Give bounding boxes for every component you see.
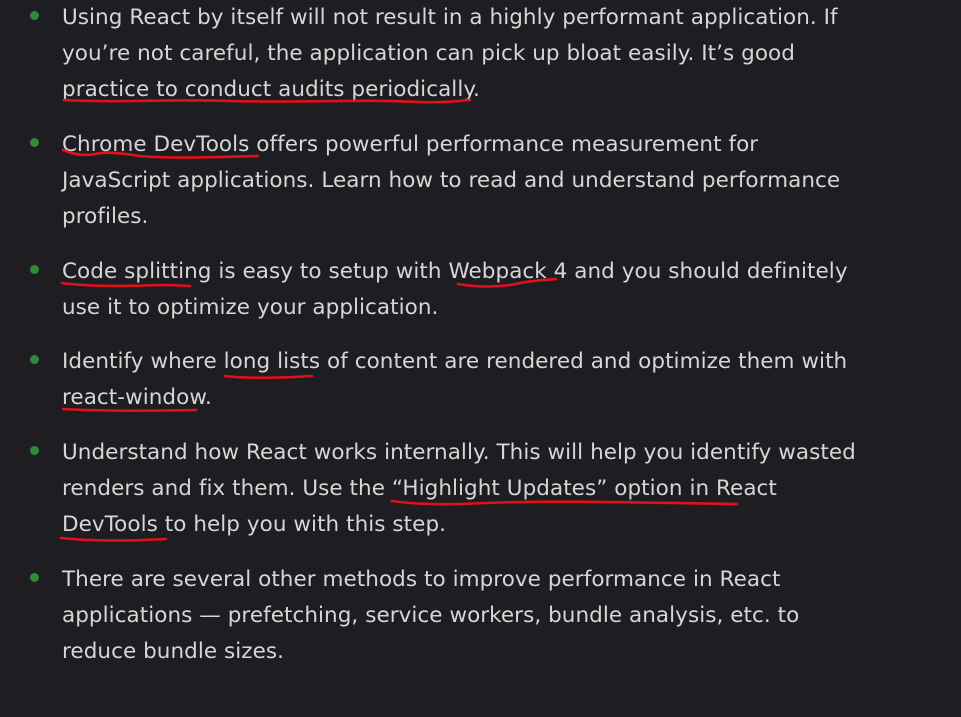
list-item-line: Using React by itself will not result in… bbox=[62, 5, 838, 30]
list-item-line: Identify where long lists of content are… bbox=[62, 349, 848, 374]
list-item-line: JavaScript applications. Learn how to re… bbox=[62, 168, 841, 193]
bullet-icon bbox=[30, 11, 39, 20]
bullet-icon bbox=[30, 355, 39, 364]
bullet-icon bbox=[30, 138, 39, 147]
list-item-line: Understand how React works internally. T… bbox=[62, 440, 856, 465]
list-item-line: Code splitting is easy to setup with Web… bbox=[62, 259, 848, 284]
list-item-line: There are several other methods to impro… bbox=[62, 567, 781, 592]
bullet-icon bbox=[30, 573, 39, 582]
list-item-line: react-window. bbox=[62, 385, 212, 410]
list-item-line: renders and fix them. Use the “Highlight… bbox=[62, 476, 777, 501]
bullet-icon bbox=[30, 265, 39, 274]
list-item-line: Chrome DevTools offers powerful performa… bbox=[62, 132, 759, 157]
list-item-line: practice to conduct audits periodically. bbox=[62, 77, 480, 102]
list-item-line: DevTools to help you with this step. bbox=[62, 512, 447, 537]
list-item-line: use it to optimize your application. bbox=[62, 295, 439, 320]
article-page: Using React by itself will not result in… bbox=[0, 0, 961, 717]
list-item-line: applications — prefetching, service work… bbox=[62, 603, 800, 628]
list-item-line: reduce bundle sizes. bbox=[62, 639, 285, 664]
list-item-line: you’re not careful, the application can … bbox=[62, 41, 795, 66]
list-item-line: profiles. bbox=[62, 204, 149, 229]
bullet-icon bbox=[30, 446, 39, 455]
